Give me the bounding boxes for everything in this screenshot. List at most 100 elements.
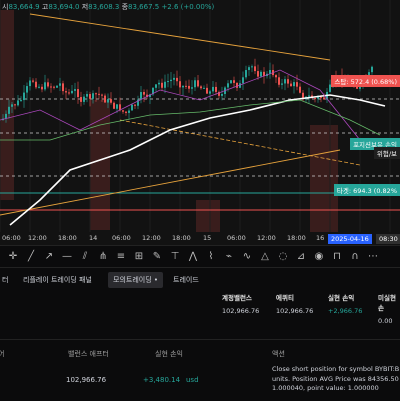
- candle-body: [242, 77, 244, 84]
- eye-icon[interactable]: ◉: [312, 250, 326, 264]
- zigzag-icon[interactable]: ⌁: [222, 250, 236, 264]
- action-line: units. Position AVG Price was 84356.50: [272, 374, 399, 383]
- row-realized-unit: usd: [186, 376, 199, 384]
- candle-body: [14, 104, 16, 106]
- candle-body: [371, 66, 373, 73]
- candle-body: [86, 94, 88, 97]
- candle-body: [221, 93, 223, 96]
- candle-body: [188, 85, 190, 89]
- fib-icon[interactable]: ≡: [114, 250, 128, 264]
- ohlc-legend: 시83,664.9 고83,694.0 저83,608.3 종83,667.5 …: [2, 2, 214, 12]
- circle-icon[interactable]: ◌: [276, 250, 290, 264]
- tab-partial[interactable]: 터: [0, 272, 13, 288]
- candle-body: [287, 79, 289, 84]
- candle-body: [281, 83, 283, 85]
- text-icon[interactable]: ⊤: [168, 250, 182, 264]
- account-balance-value: 102,966.76: [222, 307, 260, 315]
- candle-body: [299, 86, 301, 93]
- candle-body: [56, 85, 58, 88]
- target-tag[interactable]: 타겟: 694.3 (0.82%: [333, 184, 400, 196]
- wave-icon[interactable]: ∿: [240, 250, 254, 264]
- pattern-icon[interactable]: ⋀: [186, 250, 200, 264]
- candle-body: [203, 87, 205, 89]
- time-label: 18:00: [172, 234, 191, 242]
- candle-body: [182, 85, 184, 88]
- candle-body: [290, 83, 292, 87]
- candle-body: [212, 86, 214, 92]
- risk-reward-tag[interactable]: 위험/보: [373, 147, 400, 159]
- candle-body: [167, 81, 169, 83]
- candle-body: [230, 80, 232, 84]
- candle-body: [155, 84, 157, 88]
- triangle-icon[interactable]: △: [258, 250, 272, 264]
- equity: 에퀴티 102,966.76: [276, 292, 313, 315]
- pitchfork-icon[interactable]: ⋔: [96, 250, 110, 264]
- candle-body: [293, 82, 295, 87]
- time-label: 18:00: [287, 234, 306, 242]
- candle-body: [164, 81, 166, 88]
- account-balance: 계정밸런스 102,966.76: [222, 292, 259, 315]
- ray-icon[interactable]: ↗: [42, 250, 56, 264]
- tab-demo-trading[interactable]: 모의트레이딩 •: [108, 272, 163, 288]
- candle-body: [50, 86, 52, 88]
- candle-body: [41, 86, 43, 90]
- equity-label: 에퀴티: [276, 294, 294, 302]
- action-line: 1.000040, point value: 1.000000: [272, 384, 379, 392]
- channel-icon[interactable]: ⫽: [78, 250, 92, 264]
- candle-body: [275, 75, 277, 78]
- candle-body: [296, 82, 298, 87]
- bottom-panel-tabs: 터 리플레이 트레이딩 패널 모의트레이딩 • 트레이드: [0, 267, 400, 290]
- tab-replay-panel[interactable]: 리플레이 트레이딩 패널: [18, 272, 97, 288]
- high-value: 83,694.0: [48, 3, 80, 11]
- candle-body: [200, 86, 202, 89]
- highlight-zone: [310, 125, 338, 235]
- unrealized-pl: 미실현 손 0.00: [378, 292, 400, 325]
- candle-body: [38, 86, 40, 88]
- row-action-message: Close short position for symbol BYBIT:B …: [272, 365, 400, 394]
- realized-pl-label: 실현 손익: [328, 294, 355, 302]
- candle-body: [125, 111, 127, 113]
- candle-body: [170, 79, 172, 82]
- candle-body: [122, 110, 124, 112]
- candle-body: [68, 92, 70, 94]
- candle-body: [44, 82, 46, 90]
- stop-loss-tag[interactable]: 스탑: 572.4 (0.68%): [331, 75, 400, 87]
- time-label: 16: [316, 234, 325, 242]
- candle-body: [215, 86, 217, 92]
- horizontal-line-icon[interactable]: —: [60, 250, 74, 264]
- more-icon[interactable]: ⋯: [366, 250, 380, 264]
- col-header-partial: 어: [0, 350, 5, 358]
- candle-body: [284, 79, 286, 84]
- price-chart[interactable]: 시83,664.9 고83,694.0 저83,608.3 종83,667.5 …: [0, 0, 400, 245]
- candle-body: [20, 100, 22, 102]
- candle-body: [32, 80, 34, 82]
- candle-body: [83, 96, 85, 102]
- realized-pl: 실현 손익 +2,966.76: [328, 292, 362, 315]
- candle-body: [89, 94, 91, 99]
- change-value: +2.6 (+0.00%): [161, 3, 215, 11]
- crosshair-icon[interactable]: ✛: [6, 250, 20, 264]
- candle-body: [320, 96, 322, 98]
- candle-body: [185, 85, 187, 87]
- path-icon[interactable]: ⌇: [204, 250, 218, 264]
- chart-canvas[interactable]: [0, 0, 400, 245]
- realized-pl-value: +2,966.76: [328, 307, 363, 315]
- candle-body: [8, 106, 10, 114]
- candle-body: [173, 77, 175, 80]
- candle-body: [59, 83, 61, 86]
- magnet-icon[interactable]: ∩: [348, 250, 362, 264]
- candle-body: [254, 66, 256, 72]
- lock-icon[interactable]: ⊓: [330, 250, 344, 264]
- tab-trade[interactable]: 트레이드: [168, 272, 204, 288]
- candle-body: [35, 81, 37, 88]
- measure-icon[interactable]: ⊿: [294, 250, 308, 264]
- candle-body: [245, 70, 247, 78]
- col-header-realized: 실현 손익: [155, 350, 183, 358]
- candle-body: [143, 92, 145, 95]
- brush-icon[interactable]: ✎: [150, 250, 164, 264]
- col-header-balance-after: 밸런스 애프터: [68, 350, 109, 358]
- trendline-icon[interactable]: ╱: [24, 250, 38, 264]
- candle-body: [53, 86, 55, 88]
- gann-icon[interactable]: ⊞: [132, 250, 146, 264]
- candle-body: [134, 104, 136, 106]
